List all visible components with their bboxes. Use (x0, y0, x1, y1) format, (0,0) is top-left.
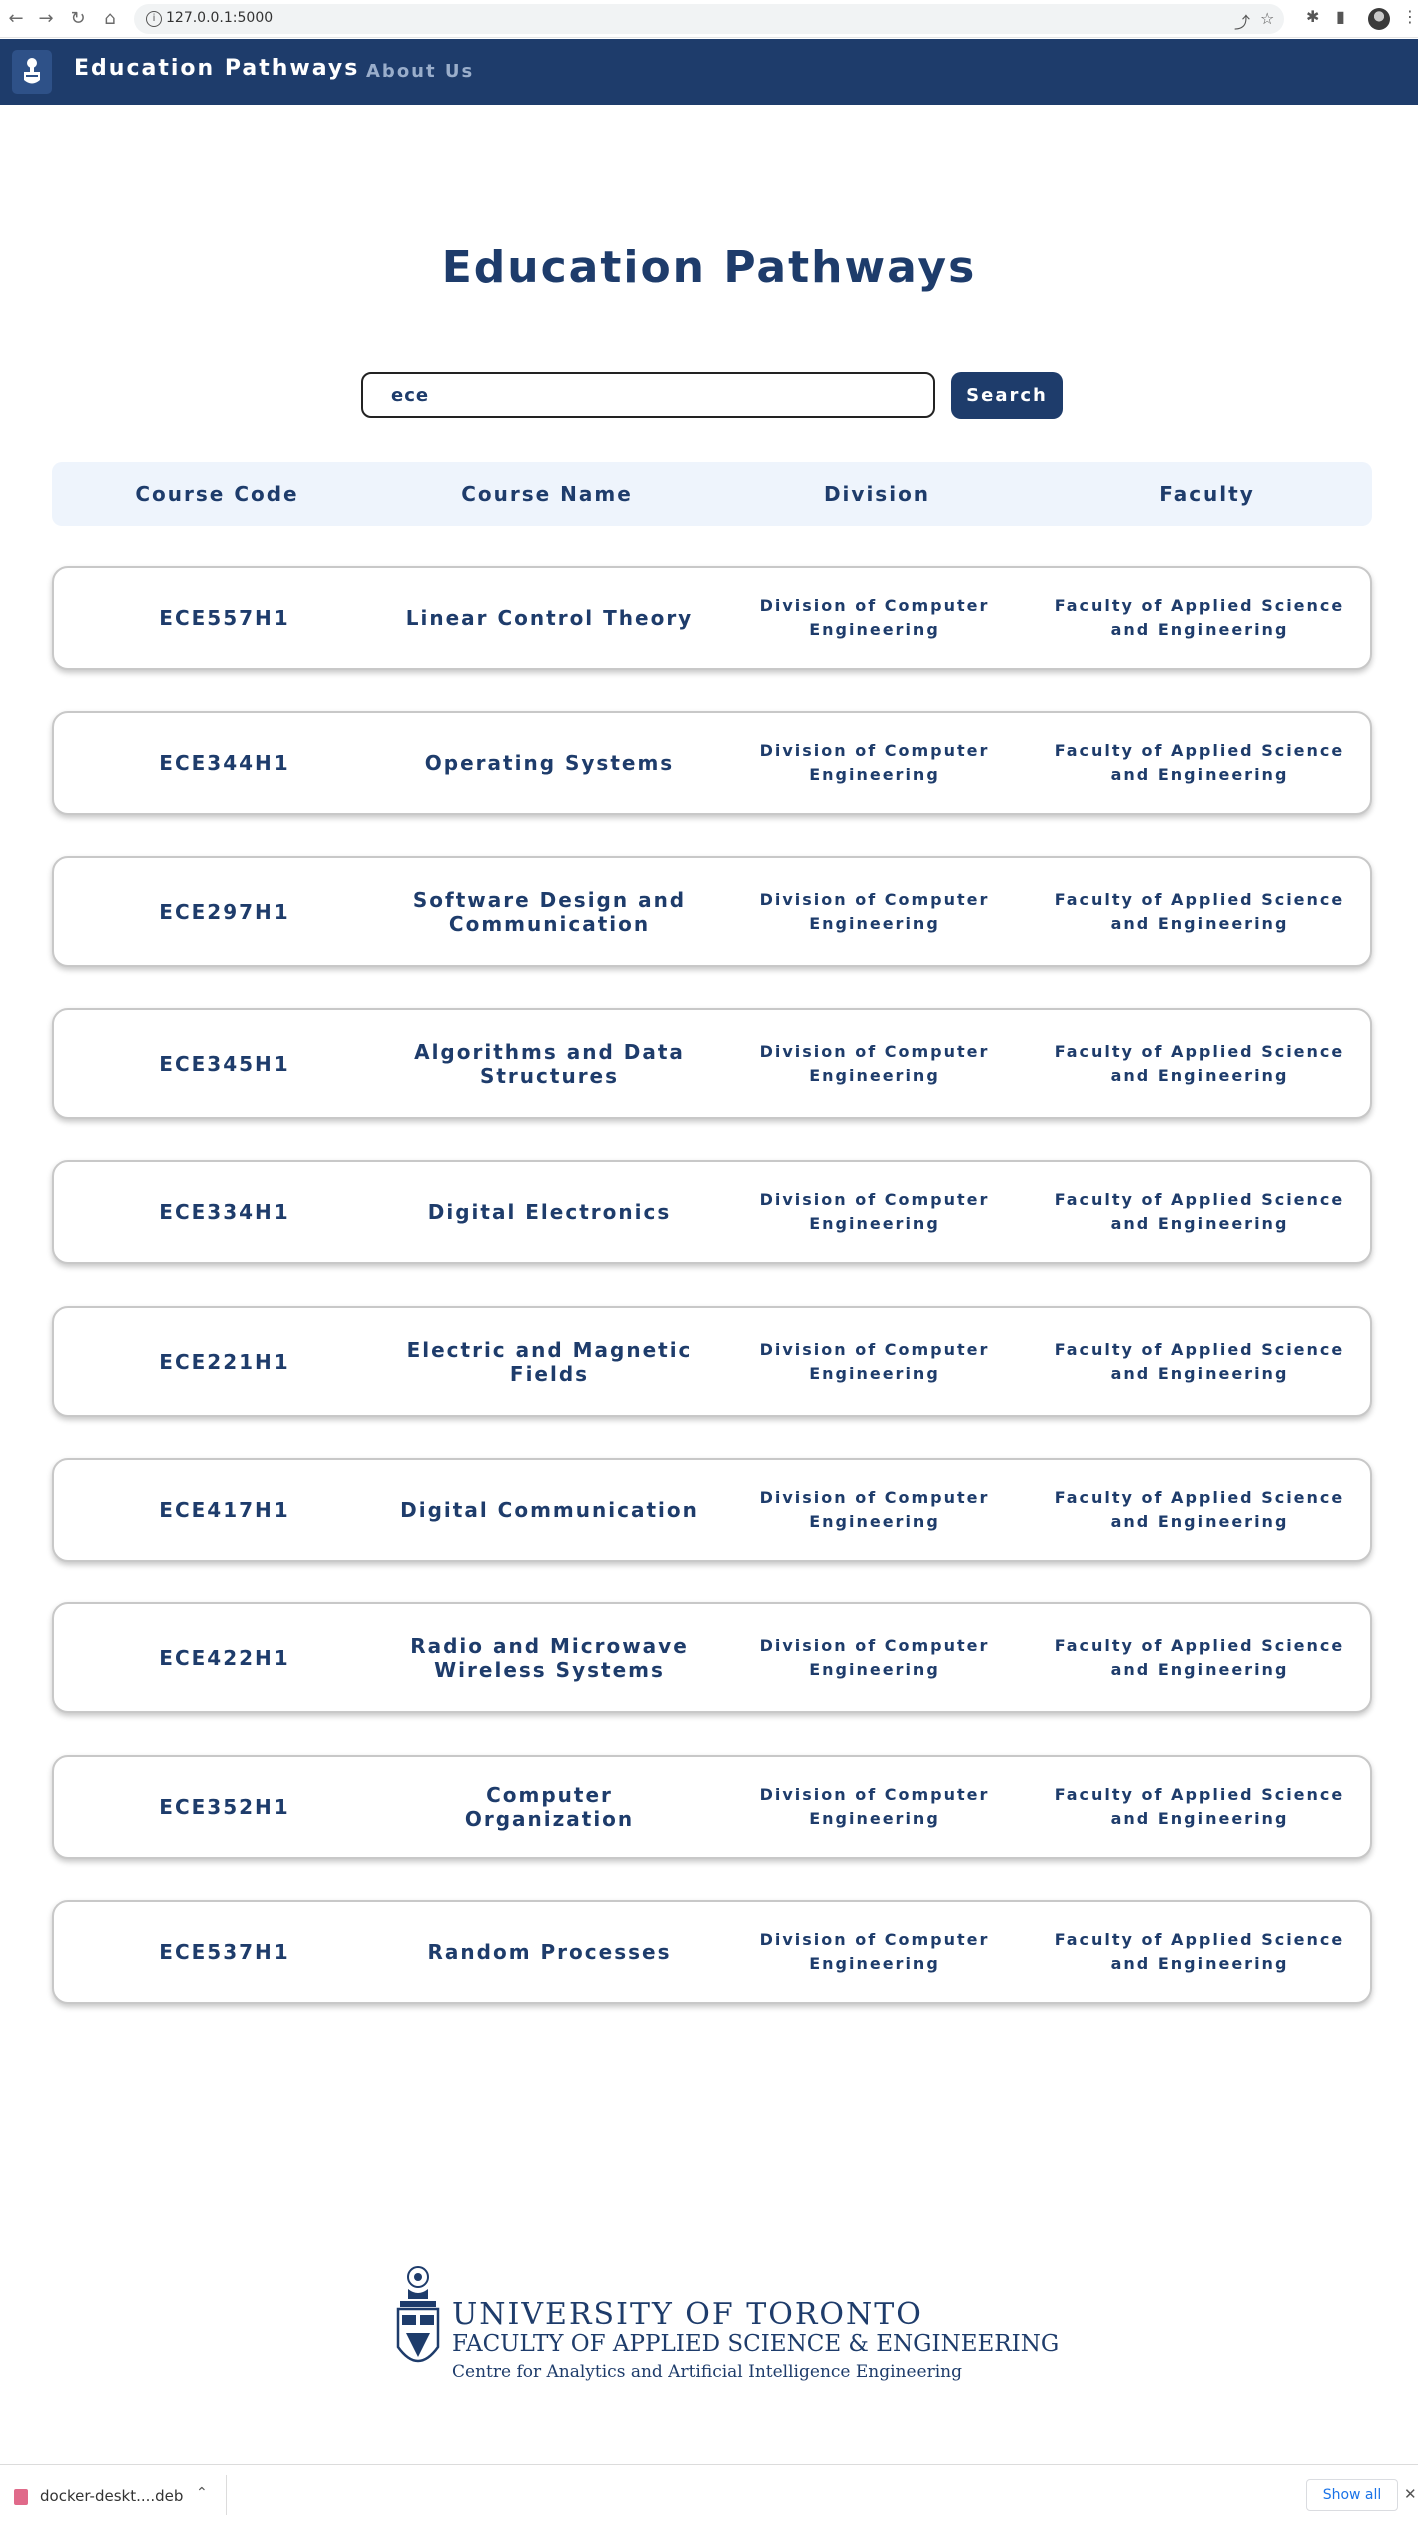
course-name: Random Processes (427, 1940, 672, 1964)
course-division: Division of Computer Engineering (759, 1488, 990, 1531)
back-icon[interactable]: ← (4, 7, 28, 31)
column-header-division: Division (823, 482, 931, 506)
bookmark-star-icon[interactable]: ☆ (1260, 9, 1274, 28)
reload-icon[interactable]: ↻ (66, 7, 90, 31)
home-icon[interactable]: ⌂ (98, 7, 122, 31)
browser-toolbar: ← → ↻ ⌂ i 127.0.0.1:5000 ⤴ ☆ ✱ ▮ ⋮ (0, 0, 1418, 38)
file-icon (14, 2489, 28, 2505)
course-row[interactable]: ECE422H1 Radio and Microwave Wireless Sy… (52, 1602, 1372, 1713)
course-code: ECE352H1 (159, 1795, 290, 1819)
course-name: Digital Communication (400, 1498, 699, 1522)
course-code: ECE345H1 (159, 1051, 290, 1076)
site-info-icon[interactable]: i (146, 11, 162, 27)
address-url[interactable]: 127.0.0.1:5000 (166, 10, 273, 26)
course-faculty: Faculty of Applied Science and Engineeri… (1054, 1488, 1345, 1531)
course-division: Division of Computer Engineering (759, 1190, 990, 1233)
course-name: Computer Organization (464, 1783, 635, 1831)
course-name: Operating Systems (424, 751, 675, 775)
course-row[interactable]: ECE557H1 Linear Control Theory Division … (52, 566, 1372, 670)
course-division: Division of Computer Engineering (759, 1930, 990, 1973)
page-title: Education Pathways (441, 242, 977, 293)
uoft-crest-logo[interactable] (12, 50, 52, 94)
search-input[interactable] (361, 372, 935, 418)
column-header-faculty: Faculty (1159, 482, 1255, 506)
course-faculty: Faculty of Applied Science and Engineeri… (1054, 1041, 1345, 1085)
course-faculty: Faculty of Applied Science and Engineeri… (1054, 1339, 1345, 1383)
course-code: ECE334H1 (159, 1200, 290, 1224)
course-code: ECE417H1 (159, 1498, 290, 1522)
chevron-up-icon[interactable]: ⌃ (196, 2485, 208, 2501)
course-row[interactable]: ECE334H1 Digital Electronics Division of… (52, 1160, 1372, 1264)
nav-link-about-us[interactable]: About Us (366, 61, 474, 82)
extensions-icon[interactable]: ✱ (1306, 7, 1319, 26)
footer-faculty-name: FACULTY OF APPLIED SCIENCE & ENGINEERING (452, 2331, 1060, 2357)
course-faculty: Faculty of Applied Science and Engineeri… (1054, 1930, 1345, 1973)
forward-icon[interactable]: → (34, 7, 58, 31)
course-division: Division of Computer Engineering (759, 1785, 990, 1828)
course-faculty: Faculty of Applied Science and Engineeri… (1054, 1635, 1345, 1679)
divider (226, 2475, 227, 2515)
course-row[interactable]: ECE221H1 Electric and Magnetic Fields Di… (52, 1306, 1372, 1417)
search-button[interactable]: Search (951, 372, 1063, 419)
course-row[interactable]: ECE344H1 Operating Systems Division of C… (52, 711, 1372, 815)
course-name: Linear Control Theory (405, 606, 694, 630)
course-faculty: Faculty of Applied Science and Engineeri… (1054, 889, 1345, 933)
navbar-brand[interactable]: Education Pathways (74, 56, 359, 81)
share-icon[interactable]: ⤴ (1234, 9, 1250, 33)
course-division: Division of Computer Engineering (759, 1339, 990, 1383)
course-code: ECE297H1 (159, 899, 290, 924)
column-header-course-code: Course Code (135, 482, 299, 506)
course-faculty: Faculty of Applied Science and Engineeri… (1054, 596, 1345, 639)
results-table-header: Course Code Course Name Division Faculty (52, 462, 1372, 526)
course-code: ECE344H1 (159, 751, 290, 775)
side-panel-icon[interactable]: ▮ (1336, 7, 1345, 26)
course-row[interactable]: ECE417H1 Digital Communication Division … (52, 1458, 1372, 1562)
course-name: Radio and Microwave Wireless Systems (410, 1633, 689, 1682)
course-row[interactable]: ECE537H1 Random Processes Division of Co… (52, 1900, 1372, 2004)
address-bar[interactable]: i 127.0.0.1:5000 ⤴ ☆ (134, 4, 1284, 34)
course-row[interactable]: ECE345H1 Algorithms and Data Structures … (52, 1008, 1372, 1119)
course-faculty: Faculty of Applied Science and Engineeri… (1054, 741, 1345, 784)
course-faculty: Faculty of Applied Science and Engineeri… (1054, 1785, 1345, 1828)
footer-uoft-logo: UNIVERSITY OF TORONTO FACULTY OF APPLIED… (392, 2265, 1062, 2385)
course-name: Software Design and Communication (412, 887, 687, 936)
course-name: Digital Electronics (427, 1200, 672, 1224)
course-code: ECE537H1 (159, 1940, 290, 1964)
column-header-course-name: Course Name (461, 482, 633, 506)
course-name: Electric and Magnetic Fields (406, 1337, 693, 1386)
course-division: Division of Computer Engineering (759, 1041, 990, 1085)
course-division: Division of Computer Engineering (759, 889, 990, 933)
course-name: Algorithms and Data Structures (414, 1039, 685, 1088)
download-file-name[interactable]: docker-deskt....deb (40, 2487, 183, 2505)
footer-university-name: UNIVERSITY OF TORONTO (452, 2297, 923, 2332)
course-division: Division of Computer Engineering (759, 596, 990, 639)
course-division: Division of Computer Engineering (759, 741, 990, 784)
course-code: ECE557H1 (159, 606, 290, 630)
course-division: Division of Computer Engineering (759, 1635, 990, 1679)
course-code: ECE422H1 (159, 1645, 290, 1670)
uoft-crest-icon (396, 2266, 440, 2363)
course-faculty: Faculty of Applied Science and Engineeri… (1054, 1190, 1345, 1233)
app-navbar: Education Pathways About Us (0, 39, 1418, 105)
footer-centre-name: Centre for Analytics and Artificial Inte… (452, 2362, 963, 2382)
course-code: ECE221H1 (159, 1349, 290, 1374)
profile-avatar[interactable] (1368, 8, 1390, 30)
show-all-downloads-button[interactable]: Show all (1306, 2479, 1398, 2511)
browser-menu-icon[interactable]: ⋮ (1402, 7, 1418, 26)
close-icon[interactable]: ✕ (1404, 2485, 1417, 2503)
course-row[interactable]: ECE297H1 Software Design and Communicati… (52, 856, 1372, 967)
download-bar: docker-deskt....deb ⌃ Show all ✕ (0, 2464, 1418, 2524)
course-row[interactable]: ECE352H1 Computer Organization Division … (52, 1755, 1372, 1859)
